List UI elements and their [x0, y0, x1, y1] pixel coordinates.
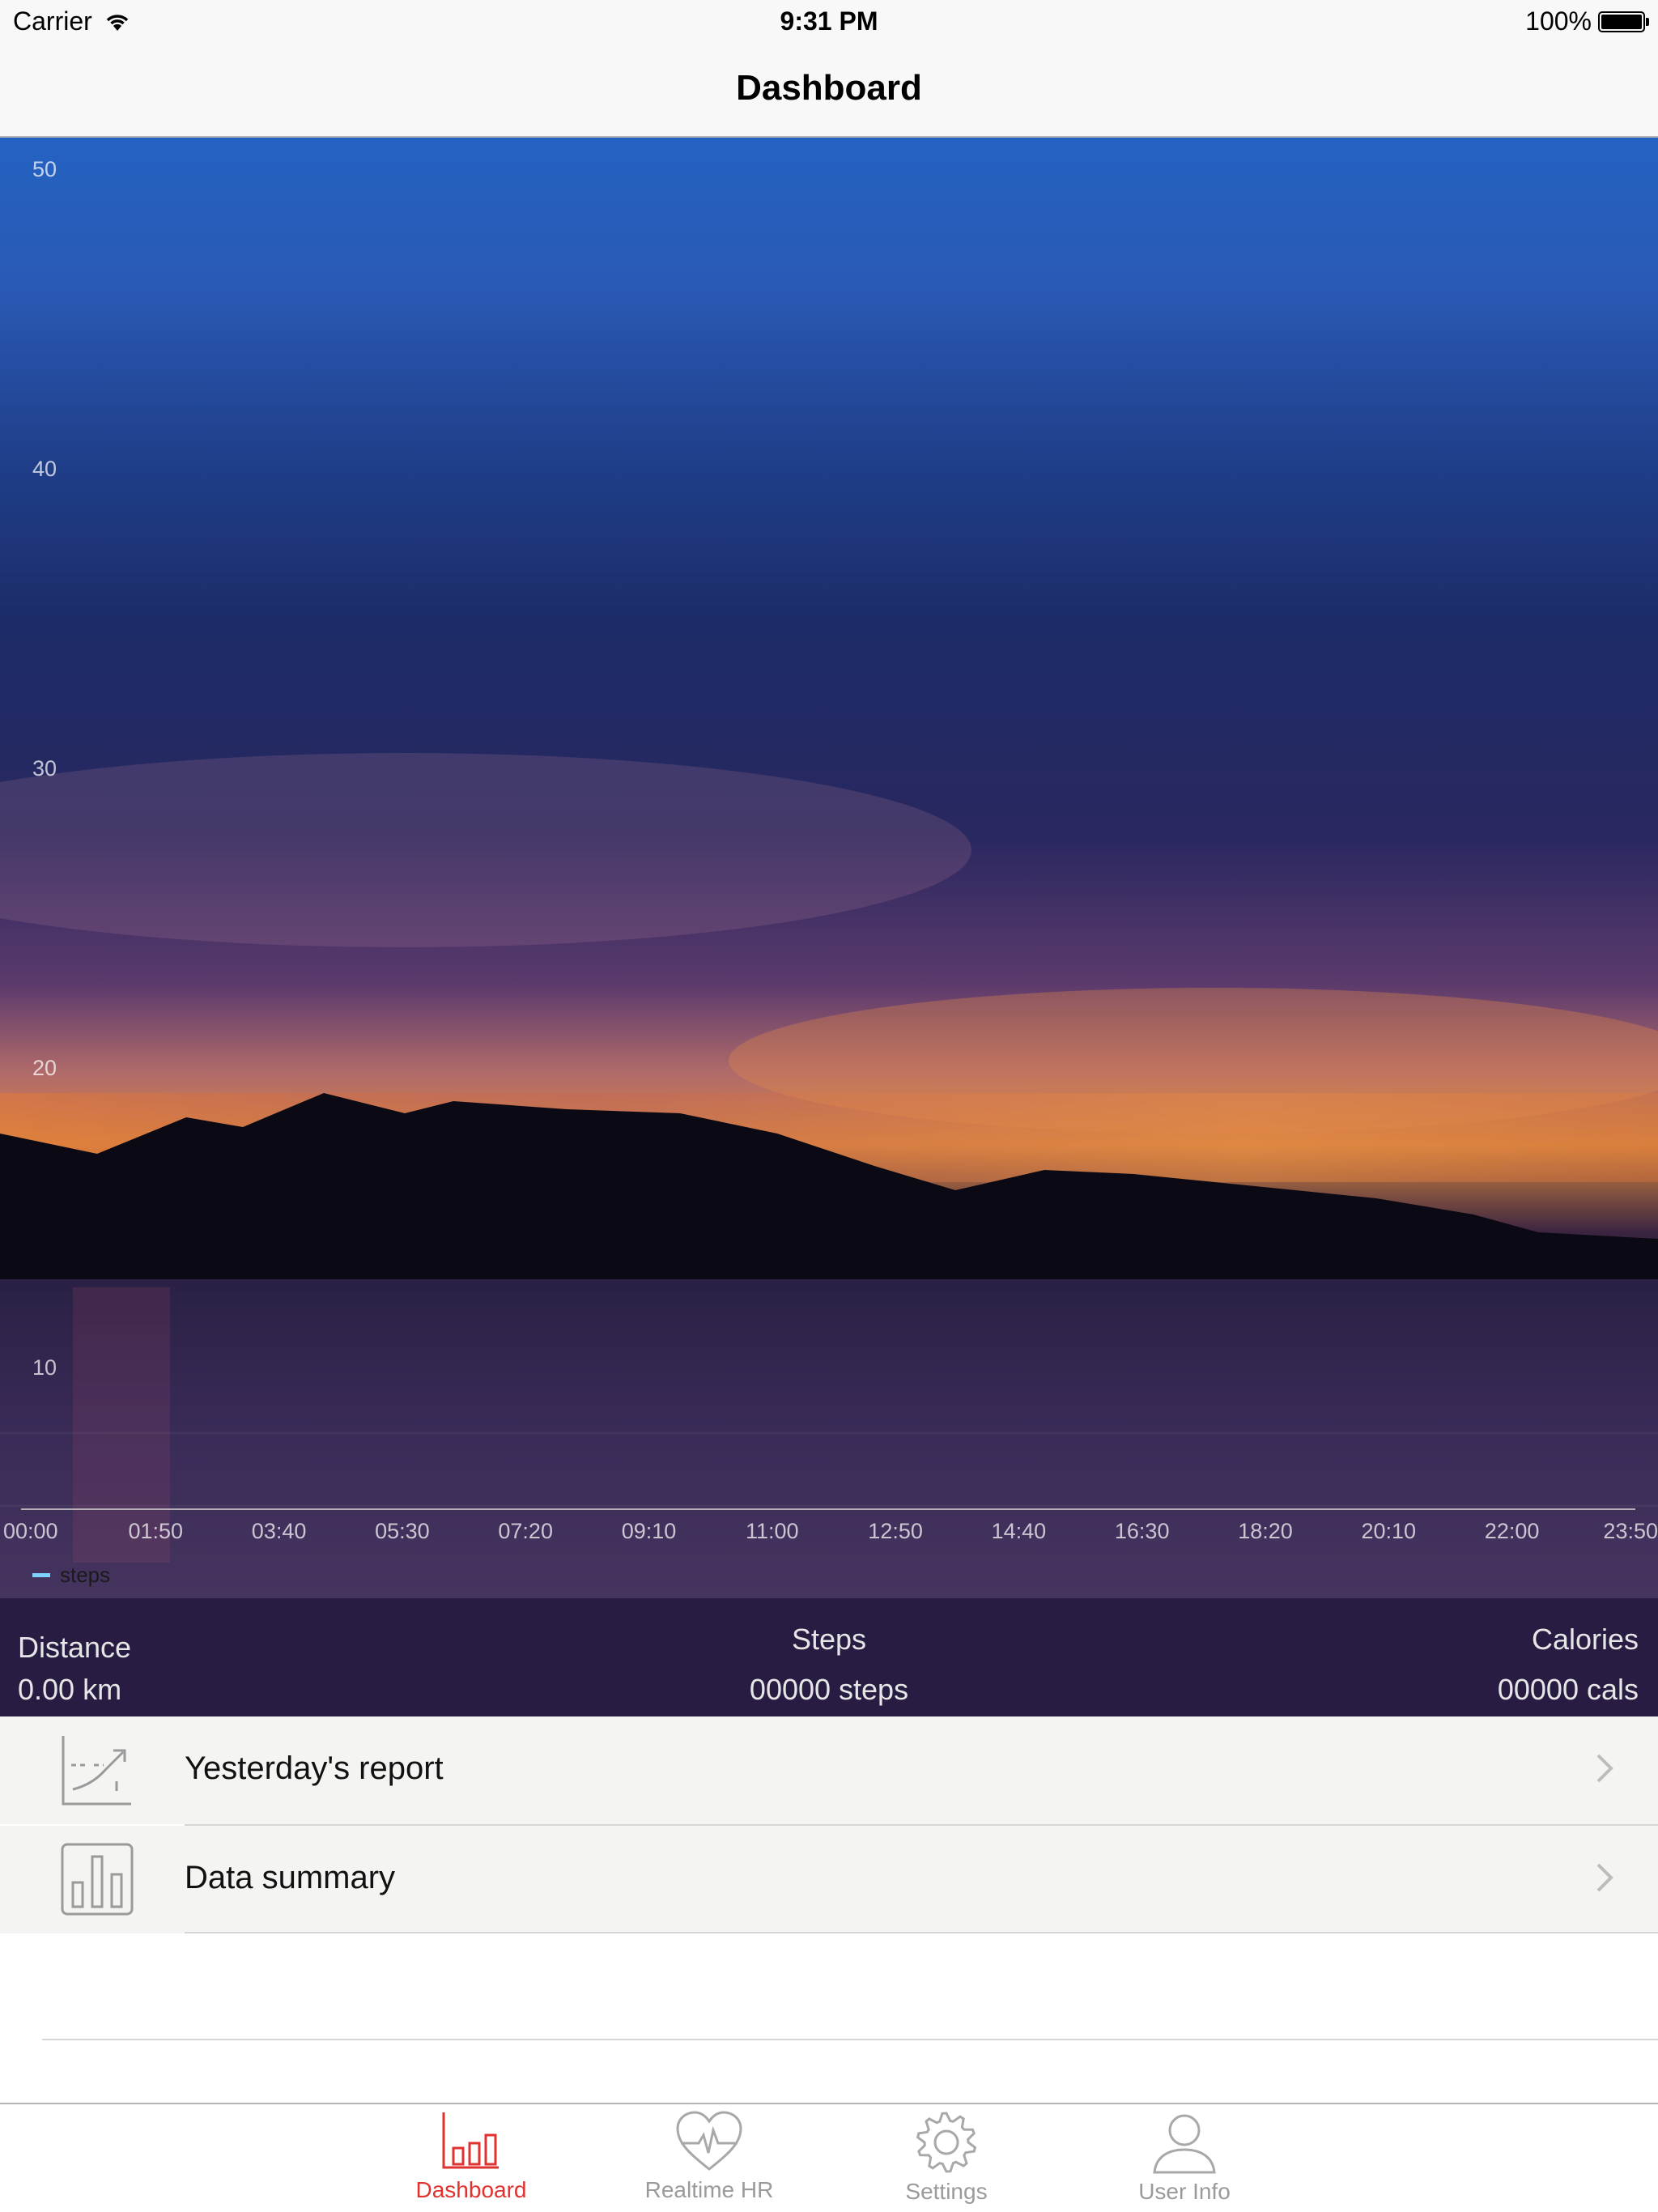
gear-icon — [916, 2112, 977, 2173]
y-tick-label: 10 — [32, 1355, 57, 1380]
bar-chart-icon — [61, 1843, 134, 1916]
page-title: Dashboard — [736, 68, 922, 108]
status-bar: Carrier 9:31 PM 100% — [0, 0, 1658, 45]
chevron-right-icon — [1596, 1863, 1613, 1892]
battery-percent: 100% — [1525, 6, 1592, 36]
heart-pulse-icon — [676, 2111, 742, 2171]
menu-item-label: Yesterday's report — [185, 1750, 444, 1786]
menu-divider — [42, 2039, 1658, 2040]
tab-label: User Info — [1138, 2179, 1231, 2204]
x-tick-label: 20:10 — [1361, 1519, 1417, 1543]
x-tick-label: 18:20 — [1238, 1519, 1293, 1543]
legend-label-steps: steps — [60, 1563, 111, 1587]
x-tick-label: 05:30 — [375, 1519, 430, 1543]
x-tick-label: 11:00 — [746, 1519, 799, 1543]
calories-label: Calories — [1531, 1623, 1639, 1656]
chart-legend: steps — [32, 1563, 110, 1588]
tab-dashboard[interactable]: Dashboard — [390, 2111, 552, 2203]
menu-item-yesterdays-report[interactable]: Yesterday's report — [0, 1716, 1658, 1824]
tab-realtime-hr[interactable]: Realtime HR — [628, 2111, 790, 2203]
x-tick-label: 14:40 — [991, 1519, 1047, 1543]
tab-label: Settings — [905, 2179, 988, 2204]
y-tick-label: 30 — [32, 756, 57, 781]
y-tick-label: 20 — [32, 1056, 57, 1080]
steps-chart: 50 40 30 20 10 00:00 01:50 03:40 05:30 07:20 09:1… — [0, 138, 1658, 1598]
legend-swatch-steps — [32, 1573, 50, 1577]
battery-icon — [1598, 11, 1649, 32]
x-tick-label: 23:50 — [1603, 1519, 1658, 1543]
battery-status: 100% — [1525, 6, 1649, 36]
tab-user-info[interactable]: User Info — [1103, 2111, 1265, 2205]
user-icon — [1153, 2114, 1216, 2174]
steps-value: 00000 steps — [749, 1673, 909, 1706]
x-tick-label: 09:10 — [621, 1519, 677, 1543]
tab-settings[interactable]: Settings — [865, 2111, 1027, 2205]
battery-level — [1601, 14, 1642, 29]
menu-divider — [185, 1932, 1658, 1933]
chevron-right-icon — [1596, 1754, 1613, 1783]
trend-chart-icon — [62, 1736, 131, 1806]
y-tick-label: 50 — [32, 157, 57, 181]
landscape-background — [0, 753, 1658, 1598]
tab-bar: Dashboard Realtime HR Settings User Info — [0, 2103, 1658, 2212]
x-tick-label: 12:50 — [868, 1519, 923, 1543]
stats-panel: Distance 0.00 km Steps 00000 steps Calor… — [0, 1598, 1658, 1716]
menu-item-data-summary[interactable]: Data summary — [0, 1826, 1658, 1933]
steps-label: Steps — [791, 1623, 867, 1656]
status-time: 9:31 PM — [780, 6, 878, 36]
tab-label: Realtime HR — [644, 2177, 774, 2202]
y-tick-label: 40 — [32, 457, 57, 481]
x-tick-label: 00:00 — [3, 1519, 58, 1543]
menu-item-label: Data summary — [185, 1860, 396, 1895]
calories-value: 00000 cals — [1497, 1673, 1639, 1706]
gear-teeth — [916, 2112, 977, 2173]
x-tick-label: 16:30 — [1114, 1519, 1170, 1543]
tab-label: Dashboard — [415, 2177, 527, 2202]
x-tick-label: 03:40 — [251, 1519, 307, 1543]
x-tick-label: 22:00 — [1484, 1519, 1540, 1543]
x-tick-label: 07:20 — [498, 1519, 553, 1543]
bar-chart-icon — [442, 2112, 499, 2169]
x-tick-label: 01:50 — [128, 1519, 184, 1543]
navigation-bar: Dashboard — [0, 45, 1658, 138]
